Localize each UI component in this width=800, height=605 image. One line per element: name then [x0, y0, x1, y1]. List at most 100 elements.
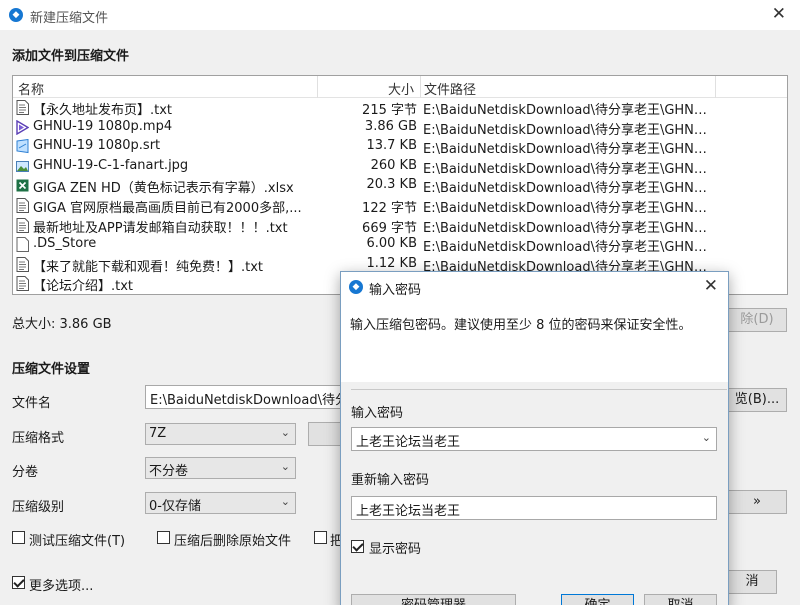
file-name: .DS_Store: [33, 236, 97, 252]
delete-button[interactable]: 除(D): [727, 308, 787, 332]
file-size: 215 字节: [362, 103, 417, 118]
file-list-header: 名称 大小 文件路径: [13, 76, 787, 98]
format-select[interactable]: 7Z ⌄: [145, 423, 296, 445]
level-select-value: 0-仅存储: [149, 499, 201, 514]
file-name: GIGA 官网原档最高画质目前已有2000多部,...: [33, 201, 302, 216]
excel-file-icon: [16, 178, 29, 193]
table-row[interactable]: GIGA 官网原档最高画质目前已有2000多部,... 122 字节 E:\Baid…: [13, 196, 787, 216]
file-name: 最新地址及APP请发邮箱自动获取！！！.txt: [33, 220, 288, 236]
file-path: E:\BaiduNetdiskDownload\待分享老王\GHNU...: [423, 103, 713, 118]
table-row[interactable]: GHNU-19 1080p.mp4 3.86 GB E:\BaiduNetdiskD…: [13, 118, 787, 138]
ok-button[interactable]: 确定: [561, 594, 634, 605]
file-path: E:\BaiduNetdiskDownload\待分享老王\GHNU...: [423, 240, 713, 256]
password-label: 输入密码: [351, 406, 404, 421]
text-file-icon: [16, 198, 29, 213]
split-select-value: 不分卷: [149, 464, 189, 479]
window-titlebar: ◆ 新建压缩文件 ✕: [0, 0, 800, 30]
column-header-size[interactable]: 大小: [388, 79, 414, 98]
text-file-icon: [16, 217, 29, 233]
format-label: 压缩格式: [12, 431, 65, 446]
file-path: E:\BaiduNetdiskDownload\待分享老王\GHNU...: [423, 181, 713, 197]
filename-input[interactable]: E:\BaiduNetdiskDownload\待分: [145, 385, 345, 409]
text-file-icon: [16, 256, 29, 272]
settings-heading: 压缩文件设置: [12, 362, 91, 377]
table-row[interactable]: GIGA ZEN HD（黄色标记表示有字幕）.xlsx 20.3 KB E:\Bai…: [13, 176, 787, 196]
dialog-cancel-button[interactable]: 取消: [644, 594, 717, 605]
browse-button[interactable]: 览(B)...: [727, 388, 787, 412]
table-row[interactable]: 最新地址及APP请发邮箱自动获取！！！.txt 669 字节 E:\BaiduNet…: [13, 216, 787, 236]
test-archive-label: 测试压缩文件(T): [29, 534, 126, 549]
files-section-heading: 添加文件到压缩文件: [12, 49, 130, 64]
split-label: 分卷: [12, 465, 39, 480]
column-divider[interactable]: [317, 76, 318, 98]
column-divider[interactable]: [715, 76, 716, 98]
level-select[interactable]: 0-仅存储 ⌄: [145, 492, 296, 514]
total-size: 总大小: 3.86 GB: [12, 317, 112, 332]
file-size: 6.00 KB: [366, 236, 417, 252]
dialog-divider: [351, 389, 727, 390]
password-input[interactable]: 上老王论坛当老王 ⌄: [351, 427, 717, 451]
file-name: 【永久地址发布页】.txt: [33, 103, 173, 118]
file-path: E:\BaiduNetdiskDownload\待分享老王\GHNU...: [423, 201, 713, 216]
file-name: GHNU-19-C-1-fanart.jpg: [33, 157, 189, 173]
text-file-icon: [16, 100, 29, 115]
table-row[interactable]: GHNU-19 1080p.srt 13.7 KB E:\BaiduNetdiskD…: [13, 137, 787, 157]
file-size: 13.7 KB: [366, 138, 417, 154]
file-name: GHNU-19 1080p.srt: [33, 138, 161, 154]
file-name: GIGA ZEN HD（黄色标记表示有字幕）.xlsx: [33, 181, 294, 197]
third-option-checkbox[interactable]: [314, 531, 327, 544]
password-input-value: 上老王论坛当老王: [356, 435, 461, 450]
file-size: 1.12 KB: [366, 255, 417, 271]
more-options-checkbox[interactable]: [12, 576, 25, 589]
format-options-button[interactable]: [308, 422, 341, 446]
chevron-down-icon: ⌄: [280, 495, 290, 508]
show-password-label: 显示密码: [369, 542, 422, 557]
bandizip-icon: ◆: [9, 8, 23, 22]
table-row[interactable]: .DS_Store 6.00 KB E:\BaiduNetdiskDownload\…: [13, 235, 787, 255]
split-select[interactable]: 不分卷 ⌄: [145, 457, 296, 479]
level-label: 压缩级别: [12, 500, 65, 515]
file-list[interactable]: 名称 大小 文件路径 【永久地址发布页】.txt 215 字节 E:\BaiduNe…: [12, 75, 788, 295]
text-file-icon: [16, 276, 29, 292]
more-options-label: 更多选项...: [29, 579, 94, 594]
file-name: 【来了就能下载和观看！纯免费！】.txt: [33, 259, 264, 275]
file-size: 260 KB: [370, 157, 417, 173]
format-select-value: 7Z: [149, 426, 167, 441]
file-path: E:\BaiduNetdiskDownload\待分享老王\GHNU...: [423, 220, 713, 236]
file-path: E:\BaiduNetdiskDownload\待分享老王\GHNU...: [423, 122, 713, 138]
window-title: 新建压缩文件: [30, 11, 109, 26]
subtitle-file-icon: [16, 139, 29, 154]
column-divider[interactable]: [420, 76, 421, 98]
file-size: 122 字节: [362, 201, 417, 216]
chevron-down-icon[interactable]: ⌄: [702, 431, 711, 444]
video-file-icon: [16, 119, 30, 135]
bandizip-icon: ◆: [349, 280, 363, 294]
window-close-icon[interactable]: ✕: [772, 5, 786, 23]
file-size: 669 字节: [362, 220, 417, 236]
password-dialog-titlebar: ◆ 输入密码 ✕: [341, 272, 728, 302]
password-hint-panel: 输入压缩包密码。建议使用至少 8 位的密码来保证安全性。: [341, 302, 728, 382]
confirm-password-input[interactable]: 上老王论坛当老王: [351, 496, 717, 520]
main-cancel-button[interactable]: 消: [727, 570, 777, 594]
column-header-path[interactable]: 文件路径: [424, 79, 476, 98]
file-name: 【论坛介绍】.txt: [33, 279, 134, 295]
more-settings-button[interactable]: »: [727, 490, 787, 514]
show-password-checkbox[interactable]: [351, 540, 364, 553]
test-archive-checkbox[interactable]: [12, 531, 25, 544]
password-manager-button[interactable]: 密码管理器: [351, 594, 516, 605]
blank-file-icon: [16, 237, 29, 253]
file-path: E:\BaiduNetdiskDownload\待分享老王\GHNU...: [423, 142, 713, 158]
password-dialog: ◆ 输入密码 ✕ 输入压缩包密码。建议使用至少 8 位的密码来保证安全性。 输入…: [340, 271, 729, 605]
file-size: 3.86 GB: [364, 118, 417, 134]
image-file-icon: [16, 159, 29, 174]
password-hint: 输入压缩包密码。建议使用至少 8 位的密码来保证安全性。: [350, 318, 692, 333]
filename-label: 文件名: [12, 396, 52, 411]
table-row[interactable]: GHNU-19-C-1-fanart.jpg 260 KB E:\BaiduNetd…: [13, 157, 787, 177]
dialog-close-icon[interactable]: ✕: [704, 277, 718, 295]
table-row[interactable]: 【永久地址发布页】.txt 215 字节 E:\BaiduNetdiskDownlo…: [13, 98, 787, 118]
column-header-name[interactable]: 名称: [18, 79, 44, 98]
password-dialog-title: 输入密码: [369, 283, 422, 298]
chevron-down-icon: ⌄: [280, 460, 290, 473]
delete-after-checkbox[interactable]: [157, 531, 170, 544]
chevron-down-icon: ⌄: [280, 426, 290, 439]
